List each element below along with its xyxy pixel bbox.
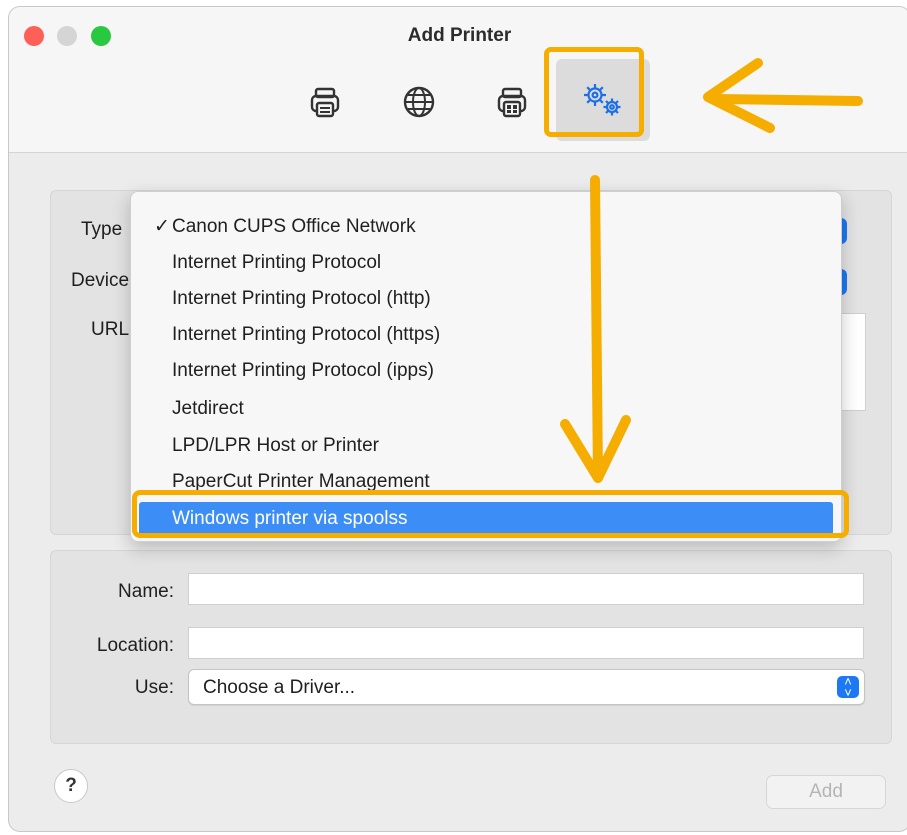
annotation-arrows <box>560 58 863 483</box>
left-arrow-icon <box>713 94 863 106</box>
down-arrow-icon <box>590 175 603 483</box>
